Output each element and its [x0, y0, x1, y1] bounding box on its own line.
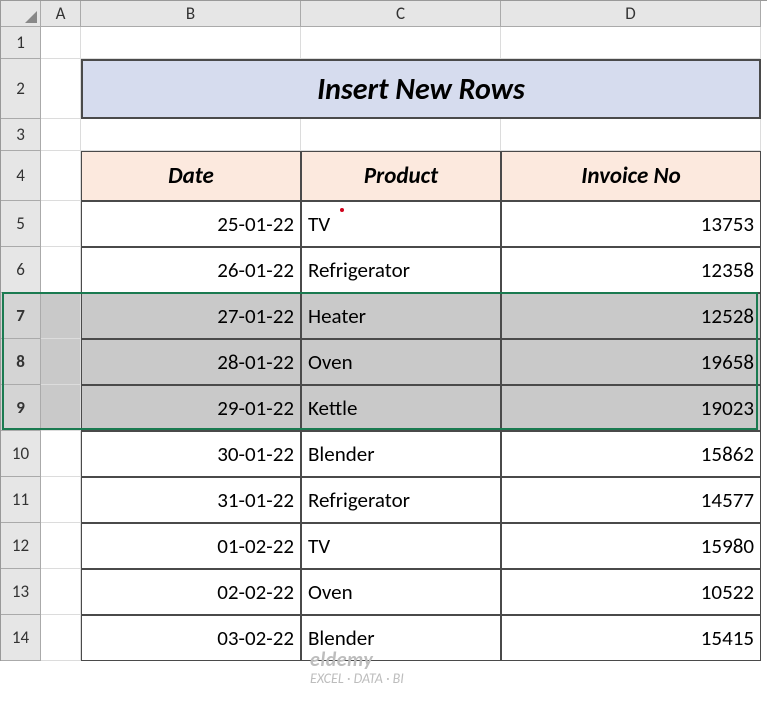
- td-date[interactable]: 02-02-22: [81, 569, 301, 615]
- td-date[interactable]: 28-01-22: [81, 339, 301, 385]
- cell-A7[interactable]: [41, 293, 81, 339]
- row-header-12[interactable]: 12: [1, 523, 41, 569]
- row-header-6[interactable]: 6: [1, 247, 41, 293]
- td-invoice[interactable]: 15862: [501, 431, 761, 477]
- td-date[interactable]: 31-01-22: [81, 477, 301, 523]
- td-date[interactable]: 25-01-22: [81, 201, 301, 247]
- cell-A2[interactable]: [41, 59, 81, 119]
- th-invoice[interactable]: Invoice No: [501, 151, 761, 201]
- th-product[interactable]: Product: [301, 151, 501, 201]
- cell-A3[interactable]: [41, 119, 81, 151]
- td-product[interactable]: Heater: [301, 293, 501, 339]
- col-header-B[interactable]: B: [81, 1, 301, 27]
- title-cell[interactable]: Insert New Rows: [81, 59, 761, 119]
- watermark-tag: EXCEL · DATA · BI: [310, 670, 404, 687]
- td-invoice[interactable]: 19023: [501, 385, 761, 431]
- watermark: eldemy EXCEL · DATA · BI: [310, 649, 404, 686]
- td-date[interactable]: 29-01-22: [81, 385, 301, 431]
- cell-A11[interactable]: [41, 477, 81, 523]
- cell-D3[interactable]: [501, 119, 761, 151]
- td-product[interactable]: Oven: [301, 339, 501, 385]
- cell-C1[interactable]: [301, 27, 501, 59]
- row-header-3[interactable]: 3: [1, 119, 41, 151]
- row-header-10[interactable]: 10: [1, 431, 41, 477]
- row-header-13[interactable]: 13: [1, 569, 41, 615]
- td-invoice[interactable]: 15415: [501, 615, 761, 661]
- indicator-dot: [340, 208, 344, 212]
- td-invoice[interactable]: 10522: [501, 569, 761, 615]
- td-date[interactable]: 30-01-22: [81, 431, 301, 477]
- cell-A9[interactable]: [41, 385, 81, 431]
- cell-D1[interactable]: [501, 27, 761, 59]
- td-invoice[interactable]: 15980: [501, 523, 761, 569]
- td-product[interactable]: Refrigerator: [301, 247, 501, 293]
- td-product[interactable]: Oven: [301, 569, 501, 615]
- td-date[interactable]: 27-01-22: [81, 293, 301, 339]
- row-header-9[interactable]: 9: [1, 385, 41, 431]
- cell-B1[interactable]: [81, 27, 301, 59]
- row-header-7[interactable]: 7: [1, 293, 41, 339]
- row-header-1[interactable]: 1: [1, 27, 41, 59]
- td-invoice[interactable]: 12358: [501, 247, 761, 293]
- td-invoice[interactable]: 19658: [501, 339, 761, 385]
- row-header-14[interactable]: 14: [1, 615, 41, 661]
- td-product[interactable]: Refrigerator: [301, 477, 501, 523]
- td-product[interactable]: TV: [301, 523, 501, 569]
- td-date[interactable]: 01-02-22: [81, 523, 301, 569]
- row-header-8[interactable]: 8: [1, 339, 41, 385]
- select-all-corner[interactable]: [1, 1, 41, 27]
- spreadsheet-grid[interactable]: A B C D 1 2 Insert New Rows 3 4 Date Pro…: [0, 0, 767, 661]
- cell-B3[interactable]: [81, 119, 301, 151]
- td-date[interactable]: 03-02-22: [81, 615, 301, 661]
- watermark-brand: eldemy: [310, 648, 373, 672]
- td-date[interactable]: 26-01-22: [81, 247, 301, 293]
- td-product[interactable]: Kettle: [301, 385, 501, 431]
- cell-A13[interactable]: [41, 569, 81, 615]
- cell-C3[interactable]: [301, 119, 501, 151]
- cell-A5[interactable]: [41, 201, 81, 247]
- row-header-2[interactable]: 2: [1, 59, 41, 119]
- td-product[interactable]: TV: [301, 201, 501, 247]
- td-invoice[interactable]: 13753: [501, 201, 761, 247]
- td-invoice[interactable]: 14577: [501, 477, 761, 523]
- col-header-D[interactable]: D: [501, 1, 761, 27]
- td-invoice[interactable]: 12528: [501, 293, 761, 339]
- th-date[interactable]: Date: [81, 151, 301, 201]
- td-product[interactable]: Blender: [301, 431, 501, 477]
- cell-A4[interactable]: [41, 151, 81, 201]
- cell-A10[interactable]: [41, 431, 81, 477]
- cell-A1[interactable]: [41, 27, 81, 59]
- row-header-4[interactable]: 4: [1, 151, 41, 201]
- cell-A14[interactable]: [41, 615, 81, 661]
- row-header-5[interactable]: 5: [1, 201, 41, 247]
- col-header-A[interactable]: A: [41, 1, 81, 27]
- cell-A6[interactable]: [41, 247, 81, 293]
- cell-A8[interactable]: [41, 339, 81, 385]
- cell-A12[interactable]: [41, 523, 81, 569]
- col-header-C[interactable]: C: [301, 1, 501, 27]
- row-header-11[interactable]: 11: [1, 477, 41, 523]
